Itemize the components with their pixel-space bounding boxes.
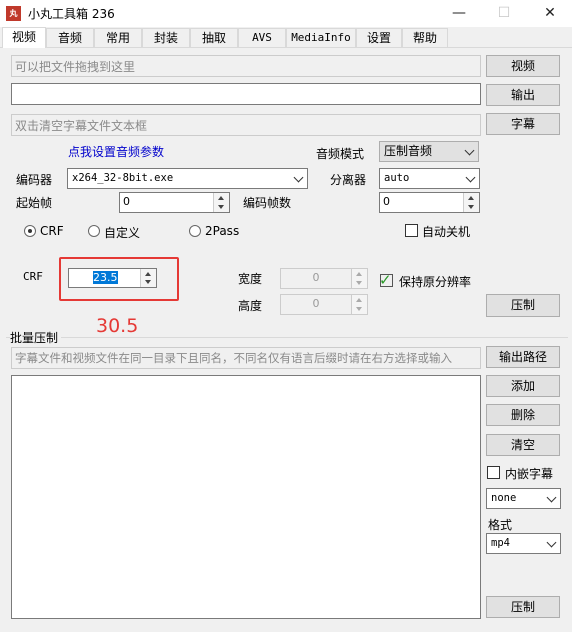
tab-settings[interactable]: 设置 [356,28,402,47]
embed-subtitle-checkbox[interactable] [487,466,500,479]
stepper-arrows[interactable] [463,193,479,212]
chevron-down-icon [464,145,475,155]
delete-button[interactable]: 删除 [486,404,560,426]
splitter-label: 分离器 [330,173,367,187]
output-button[interactable]: 输出 [486,84,560,106]
clear-button[interactable]: 清空 [486,434,560,456]
chevron-down-icon [546,492,557,502]
audio-params-link[interactable]: 点我设置音频参数 [68,143,164,160]
crf-value: 23.5 [93,271,118,284]
height-stepper: 0 [280,294,368,315]
encode-button[interactable]: 压制 [486,294,560,317]
custom-radio-label: 自定义 [104,226,141,240]
auto-shutdown-checkbox[interactable] [405,224,418,237]
embed-subtitle-label: 内嵌字幕 [505,467,554,481]
auto-shutdown-label: 自动关机 [422,225,471,239]
tab-mediainfo[interactable]: MediaInfo [286,28,356,47]
encoder-label: 编码器 [16,173,53,187]
crf-radio[interactable] [24,225,36,237]
custom-radio[interactable] [88,225,100,237]
app-icon: 丸 [6,6,21,21]
tab-audio[interactable]: 音频 [46,28,94,47]
2pass-radio-label: 2Pass [205,224,240,238]
maximize-button: ☐ [497,5,511,21]
encoder-select[interactable]: x264_32-8bit.exe [67,168,308,189]
start-frame-label: 起始帧 [16,196,53,210]
tab-common[interactable]: 常用 [94,28,142,47]
batch-group-divider [6,337,568,338]
stepper-arrows [351,269,367,288]
tab-mux[interactable]: 封装 [142,28,190,47]
video-drop-input[interactable]: 可以把文件拖拽到这里 [11,55,481,77]
frame-count-stepper[interactable]: 0 [379,192,480,213]
format-label: 格式 [488,518,513,532]
audio-mode-label: 音频模式 [316,147,365,161]
title-bar[interactable]: 丸 小丸工具箱 236 — ☐ ✕ [0,0,572,27]
subtitle-button[interactable]: 字幕 [486,113,560,135]
splitter-select[interactable]: auto [379,168,480,189]
window-title: 小丸工具箱 236 [28,7,115,21]
audio-mode-select[interactable]: 压制音频 [379,141,479,162]
tab-bar: 视频 音频 常用 封装 抽取 AVS MediaInfo 设置 帮助 [0,27,572,48]
batch-encode-button[interactable]: 压制 [486,596,560,618]
crf-label: CRF [23,270,43,283]
height-label: 高度 [238,299,263,313]
2pass-radio[interactable] [189,225,201,237]
start-frame-stepper[interactable]: 0 [119,192,230,213]
tab-video[interactable]: 视频 [2,27,46,48]
output-path-button[interactable]: 输出路径 [486,346,560,368]
batch-file-list[interactable] [11,375,481,619]
output-path-input[interactable] [11,83,481,105]
annotation-text: 30.5 [96,315,139,337]
tab-avs[interactable]: AVS [238,28,286,47]
format-select[interactable]: mp4 [486,533,561,554]
subtitle-input[interactable]: 双击清空字幕文件文本框 [11,114,481,136]
keep-resolution-label: 保持原分辨率 [399,275,472,289]
chevron-down-icon [465,172,476,182]
batch-group-title: 批量压制 [10,329,62,346]
chevron-down-icon [546,537,557,547]
frame-count-label: 编码帧数 [243,196,292,210]
close-button[interactable]: ✕ [528,0,572,27]
stepper-arrows [351,295,367,314]
video-select-button[interactable]: 视频 [486,55,560,77]
tab-extract[interactable]: 抽取 [190,28,238,47]
width-label: 宽度 [238,272,263,286]
crf-stepper[interactable]: 23.5 [68,268,157,288]
stepper-arrows[interactable] [213,193,229,212]
add-button[interactable]: 添加 [486,375,560,397]
crf-radio-label: CRF [40,224,64,238]
batch-hint-input[interactable]: 字幕文件和视频文件在同一目录下且同名，不同名仅有语言后缀时请在右方选择或输入 [11,347,481,369]
keep-resolution-checkbox[interactable] [380,274,393,287]
stepper-arrows[interactable] [140,269,156,287]
subtitle-language-select[interactable]: none [486,488,561,509]
tab-help[interactable]: 帮助 [402,28,448,47]
width-stepper: 0 [280,268,368,289]
minimize-button[interactable]: — [437,0,481,27]
chevron-down-icon [293,172,304,182]
